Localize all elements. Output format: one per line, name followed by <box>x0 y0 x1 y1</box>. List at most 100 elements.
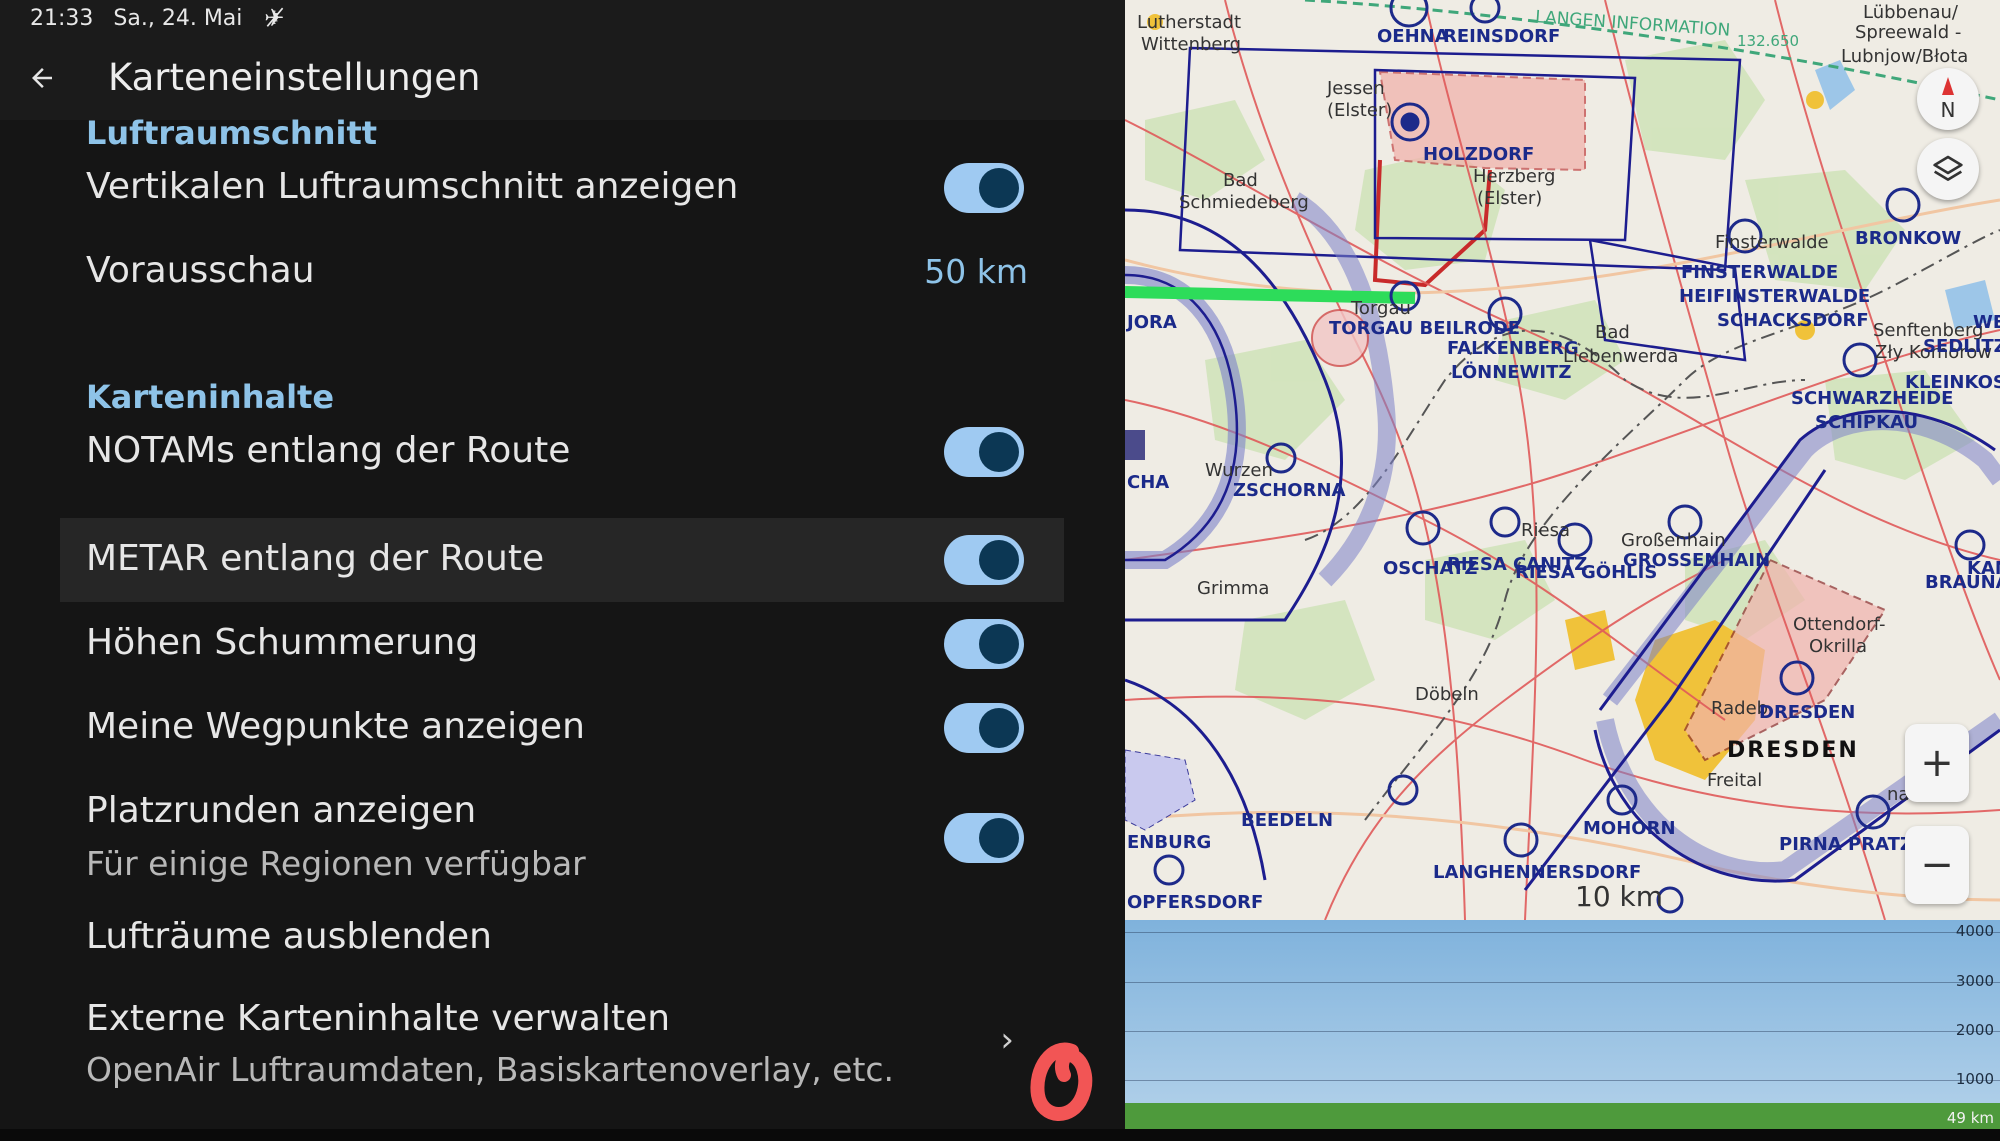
map-label-zschorna: ZSCHORNA <box>1233 480 1346 501</box>
profile-tick-2000: 2000 <box>1955 1021 1994 1039</box>
map-label-lubnjow: Lubnjow/Błota <box>1841 46 1969 67</box>
setting-external-content[interactable]: Externe Karteninhalte verwalten OpenAir … <box>60 980 1064 1106</box>
map-label-sedlitz: SEDLITZER <box>1923 336 2000 357</box>
settings-list: Luftraumschnitt Vertikalen Luftraumschni… <box>0 114 1125 1129</box>
toggle-knob <box>979 540 1019 580</box>
chevron-right-icon: › <box>1000 1020 1014 1060</box>
map-label-jora: JORA <box>1127 312 1177 333</box>
map-label-falkenberg: FALKENBERG <box>1447 338 1579 359</box>
status-bar: 21:33 Sa., 24. Mai ✈̸ <box>0 0 1125 36</box>
map-view[interactable]: Lutherstadt Wittenberg OEHNA REINSDORF L… <box>1125 0 2000 920</box>
map-label-frequency: 132.650 <box>1737 32 1800 50</box>
vertical-airspace-profile[interactable]: 4000 3000 2000 1000 49 km <box>1125 920 2000 1129</box>
vertical-cut-toggle[interactable] <box>944 163 1024 213</box>
map-label-schipkau: SCHIPKAU <box>1815 412 1919 433</box>
map-label-wurzen: Wurzen <box>1205 460 1273 481</box>
map-label-wittenberg: Wittenberg <box>1141 34 1242 55</box>
back-button[interactable] <box>18 56 66 100</box>
setting-metar[interactable]: METAR entlang der Route <box>60 518 1064 602</box>
notams-toggle[interactable] <box>944 427 1024 477</box>
map-label-reinsdorf: REINSDORF <box>1443 26 1561 47</box>
map-label-schmiedeberg: Schmiedeberg <box>1179 192 1309 213</box>
arrow-back-icon <box>32 68 52 88</box>
map-label-holzdorf: HOLZDORF <box>1423 144 1535 165</box>
setting-waypoints[interactable]: Meine Wegpunkte anzeigen <box>60 686 1064 770</box>
map-label-enburg: ENBURG <box>1127 832 1212 853</box>
map-label-grossenhain: GROSSENHAIN <box>1623 550 1771 571</box>
map-label-liebenwerda: Liebenwerda <box>1563 346 1679 367</box>
map-label-torgau: Torgau <box>1351 298 1411 319</box>
compass-icon: N <box>1941 77 1956 122</box>
map-label-heiffinsterwalde: HEIFINSTERWALDE <box>1679 286 1871 307</box>
map-label-elster-2: (Elster) <box>1477 188 1543 209</box>
setting-label: METAR entlang der Route <box>86 538 545 579</box>
setting-label: Vorausschau <box>86 250 315 291</box>
map-label-wel: WEL <box>1973 312 2000 333</box>
map-label-pirna: PIRNA PRATZS <box>1779 834 1926 855</box>
terrain-profile <box>1125 1103 2000 1129</box>
setting-notams[interactable]: NOTAMs entlang der Route <box>60 410 1064 494</box>
setting-sublabel: Für einige Regionen verfügbar <box>86 844 586 883</box>
minus-icon: − <box>1920 842 1954 888</box>
map-label-kleinkoschen: KLEINKOSC <box>1905 372 2000 393</box>
map-label-beedeln: BEEDELN <box>1241 810 1334 831</box>
app-bar: Karteneinstellungen <box>0 36 1125 120</box>
map-label-bad-2: Bad <box>1595 322 1630 343</box>
profile-tick-4000: 4000 <box>1955 922 1994 940</box>
zoom-in-button[interactable]: + <box>1905 724 1969 802</box>
map-label-finsterwalde-town: Finsterwalde <box>1715 232 1829 253</box>
settings-panel: Karteneinstellungen Luftraumschnitt Vert… <box>0 36 1125 1129</box>
traffic-patterns-toggle[interactable] <box>944 813 1024 863</box>
status-time: 21:33 <box>30 5 94 31</box>
satellite-off-icon: ✈̸ <box>264 4 285 32</box>
map-label-mohorn: MOHORN <box>1583 818 1676 839</box>
metar-toggle[interactable] <box>944 535 1024 585</box>
setting-label: NOTAMs entlang der Route <box>86 430 571 471</box>
gridline <box>1125 1031 2000 1032</box>
map-label-freital: Freital <box>1707 770 1763 791</box>
map-label-ottendorf-2: Okrilla <box>1809 636 1868 657</box>
map-label-elster-1: (Elster) <box>1327 100 1393 121</box>
setting-label: Platzrunden anzeigen <box>86 790 477 831</box>
setting-lookahead[interactable]: Vorausschau 50 km <box>60 230 1064 314</box>
map-label-spreewald: Spreewald - <box>1855 22 1962 43</box>
setting-traffic-patterns[interactable]: Platzrunden anzeigen Für einige Regionen… <box>60 770 1064 896</box>
plus-icon: + <box>1920 740 1954 786</box>
map-label-ottendorf-1: Ottendorf- <box>1793 614 1886 635</box>
toggle-knob <box>979 624 1019 664</box>
map-label-herzberg: Herzberg <box>1473 166 1556 187</box>
map-label-torgau-beilrode: TORGAU BEILRODE <box>1329 318 1521 339</box>
setting-sublabel: OpenAir Luftraumdaten, Basiskartenoverla… <box>86 1050 895 1089</box>
zoom-out-button[interactable]: − <box>1905 826 1969 904</box>
map-label-jessen: Jessen <box>1327 78 1385 99</box>
navigation-bar <box>0 1129 2000 1141</box>
map-label-grimma: Grimma <box>1197 578 1270 599</box>
map-label-schacksdorf: SCHACKSDORF <box>1717 310 1869 331</box>
gridline <box>1125 1080 2000 1081</box>
map-label-bad-1: Bad <box>1223 170 1258 191</box>
setting-hide-airspaces[interactable]: Lufträume ausblenden <box>60 896 1064 980</box>
compass-label: N <box>1941 98 1956 122</box>
toggle-knob <box>979 168 1019 208</box>
profile-tick-3000: 3000 <box>1955 972 1994 990</box>
toggle-knob <box>979 818 1019 858</box>
map-label-dresden-city: DRESDEN <box>1727 738 1859 763</box>
map-label-grossenhain-town: Großenhain <box>1621 530 1726 551</box>
layers-button[interactable] <box>1917 138 1979 200</box>
map-label-riesa: Riesa <box>1521 520 1570 541</box>
setting-label: Vertikalen Luftraumschnitt anzeigen <box>86 166 739 207</box>
toggle-knob <box>979 432 1019 472</box>
map-scale-label: 10 km <box>1575 880 1664 913</box>
map-label-luebbenau: Lübbenau/ <box>1863 2 1958 23</box>
gridline <box>1125 932 2000 933</box>
map-label-pfersdorf: OPFERSDORF <box>1127 892 1264 913</box>
waypoints-toggle[interactable] <box>944 703 1024 753</box>
hillshade-toggle[interactable] <box>944 619 1024 669</box>
profile-tick-1000: 1000 <box>1955 1070 1994 1088</box>
setting-vertical-cut[interactable]: Vertikalen Luftraumschnitt anzeigen <box>60 146 1064 230</box>
compass-button[interactable]: N <box>1917 68 1979 130</box>
setting-label: Lufträume ausblenden <box>86 916 493 957</box>
setting-label: Meine Wegpunkte anzeigen <box>86 706 585 747</box>
map-label-oehna: OEHNA <box>1377 26 1449 47</box>
setting-hillshade[interactable]: Höhen Schummerung <box>60 602 1064 686</box>
